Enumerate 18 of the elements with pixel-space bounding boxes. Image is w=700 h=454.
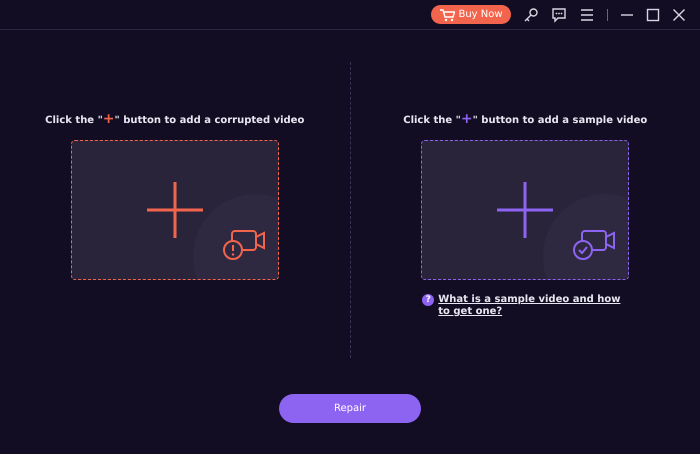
buy-now-button[interactable]: Buy Now: [431, 5, 511, 24]
menu-icon[interactable]: [579, 6, 595, 22]
cart-icon: [439, 8, 456, 22]
maximize-icon[interactable]: [646, 8, 660, 22]
plus-icon: [144, 180, 205, 240]
video-camera-icon: [222, 228, 266, 261]
drop-zone[interactable]: [70, 140, 279, 280]
instruction-text: Click the "+" button to add a sample video: [403, 114, 648, 126]
chat-icon[interactable]: [551, 6, 567, 22]
drop-zone[interactable]: [421, 140, 630, 280]
key-icon[interactable]: [523, 6, 539, 22]
repair-button[interactable]: Repair: [279, 394, 421, 423]
video-camera-icon: [572, 228, 616, 261]
plus-icon: [495, 180, 556, 240]
help-link[interactable]: What is a sample video and how to get one?: [438, 294, 628, 318]
help-icon: ?: [422, 294, 434, 306]
instruction-text: Click the "+" button to add a corrupted video: [45, 114, 304, 126]
close-icon[interactable]: [672, 8, 686, 22]
